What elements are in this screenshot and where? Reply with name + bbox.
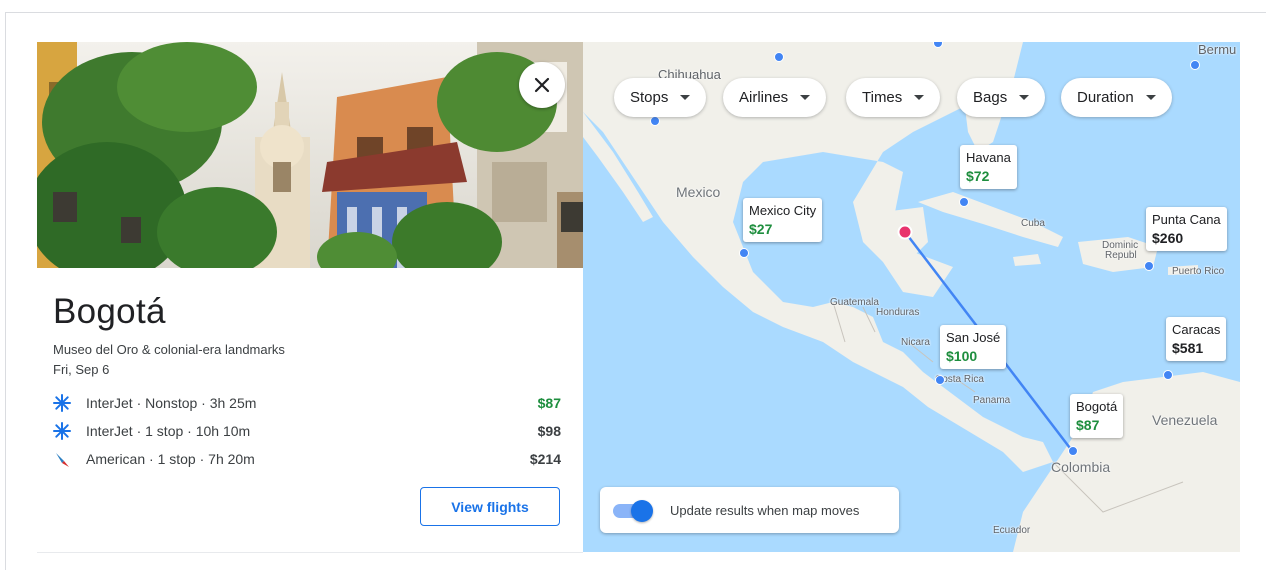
pin-price: $581 [1172, 340, 1204, 356]
flight-option-1[interactable]: InterJet · Nonstop · 3h 25m $87 [53, 392, 561, 414]
pin-city: Punta Cana [1152, 212, 1221, 227]
chevron-down-icon [1145, 95, 1156, 100]
pin-city: Caracas [1172, 322, 1221, 337]
map-dot-caracas[interactable] [1163, 370, 1173, 380]
chevron-down-icon [1019, 95, 1030, 100]
map-dot-san-jose[interactable] [935, 375, 945, 385]
filter-times[interactable]: Times [846, 78, 941, 117]
chevron-down-icon [680, 95, 691, 100]
flight-summary: InterJet · 1 stop · 10h 10m [86, 423, 251, 439]
map-pin-mexico-city[interactable]: Mexico City $27 [743, 198, 823, 242]
american-airlines-icon [53, 449, 75, 469]
pin-city: Havana [966, 150, 1011, 165]
interjet-icon [53, 421, 75, 441]
map-dot-bogota[interactable] [1068, 446, 1078, 456]
flight-price: $98 [537, 423, 561, 439]
map-label-panama: Panama [973, 395, 1011, 406]
travel-date: Fri, Sep 6 [53, 362, 110, 377]
update-results-toggle[interactable] [613, 499, 653, 522]
pin-city: Bogotá [1076, 399, 1118, 414]
update-results-toggle-card[interactable]: Update results when map moves [600, 487, 899, 533]
map-dot-mexico-city[interactable] [739, 248, 749, 258]
flight-option-3[interactable]: American · 1 stop · 7h 20m $214 [53, 448, 561, 470]
filter-label: Duration [1077, 89, 1134, 106]
map-land [583, 42, 1240, 552]
filter-label: Times [862, 89, 903, 106]
map-label-cuba: Cuba [1021, 218, 1045, 229]
flight-summary: American · 1 stop · 7h 20m [86, 451, 255, 467]
close-icon [534, 77, 550, 93]
pin-price: $260 [1152, 230, 1184, 246]
map-label-nicaragua: Nicara [901, 337, 930, 348]
map-label-puerto-rico: Puerto Rico [1172, 266, 1225, 277]
map-label-honduras: Honduras [876, 307, 920, 318]
destination-city: Bogotá [53, 292, 166, 331]
filter-label: Bags [973, 89, 1008, 106]
map-label-venezuela: Venezuela [1152, 412, 1218, 428]
close-button[interactable] [519, 62, 565, 108]
destination-photo [37, 42, 583, 268]
map-dot[interactable] [1190, 60, 1200, 70]
filter-duration[interactable]: Duration [1061, 78, 1172, 117]
map-pin-bogota[interactable]: Bogotá $87 [1070, 394, 1124, 438]
flight-price: $214 [529, 451, 561, 467]
map-dot[interactable] [650, 116, 660, 126]
chevron-down-icon [800, 95, 811, 100]
flight-option-2[interactable]: InterJet · 1 stop · 10h 10m $98 [53, 420, 561, 442]
map-dot-havana[interactable] [959, 197, 969, 207]
map-label-republic: Republ [1105, 250, 1137, 261]
map-pin-san-jose[interactable]: San José $100 [940, 325, 1007, 369]
filter-stops[interactable]: Stops [614, 78, 707, 117]
map-label-ecuador: Ecuador [993, 525, 1031, 536]
map-pin-punta-cana[interactable]: Punta Cana $260 [1146, 207, 1227, 251]
map-dot-punta-cana[interactable] [1144, 261, 1154, 271]
map-pin-caracas[interactable]: Caracas $581 [1166, 317, 1227, 361]
destination-subtitle: Museo del Oro & colonial-era landmarks [53, 342, 285, 357]
map-label-colombia: Colombia [1051, 459, 1111, 475]
pin-price: $87 [1076, 417, 1100, 433]
filter-label: Airlines [739, 89, 789, 106]
toggle-knob [631, 500, 653, 522]
pin-city: San José [946, 330, 1001, 345]
toggle-label: Update results when map moves [670, 502, 860, 518]
map-pin-havana[interactable]: Havana $72 [960, 145, 1017, 189]
flight-price: $87 [537, 395, 561, 411]
map-dot[interactable] [774, 52, 784, 62]
filter-label: Stops [630, 89, 669, 106]
pin-price: $27 [749, 221, 773, 237]
map-view[interactable]: Chihuahua Bermu Mexico Cuba Dominic Repu… [583, 42, 1240, 552]
pin-price: $72 [966, 168, 990, 184]
map-label-guatemala: Guatemala [830, 297, 879, 308]
pin-price: $100 [946, 348, 978, 364]
view-flights-button[interactable]: View flights [420, 487, 560, 526]
chevron-down-icon [914, 95, 925, 100]
map-label-bermuda: Bermu [1198, 42, 1237, 57]
interjet-icon [53, 393, 75, 413]
pin-city: Mexico City [749, 203, 817, 218]
map-label-mexico: Mexico [676, 184, 721, 200]
filter-bags[interactable]: Bags [957, 78, 1046, 117]
flight-summary: InterJet · Nonstop · 3h 25m [86, 395, 257, 411]
filter-airlines[interactable]: Airlines [723, 78, 827, 117]
